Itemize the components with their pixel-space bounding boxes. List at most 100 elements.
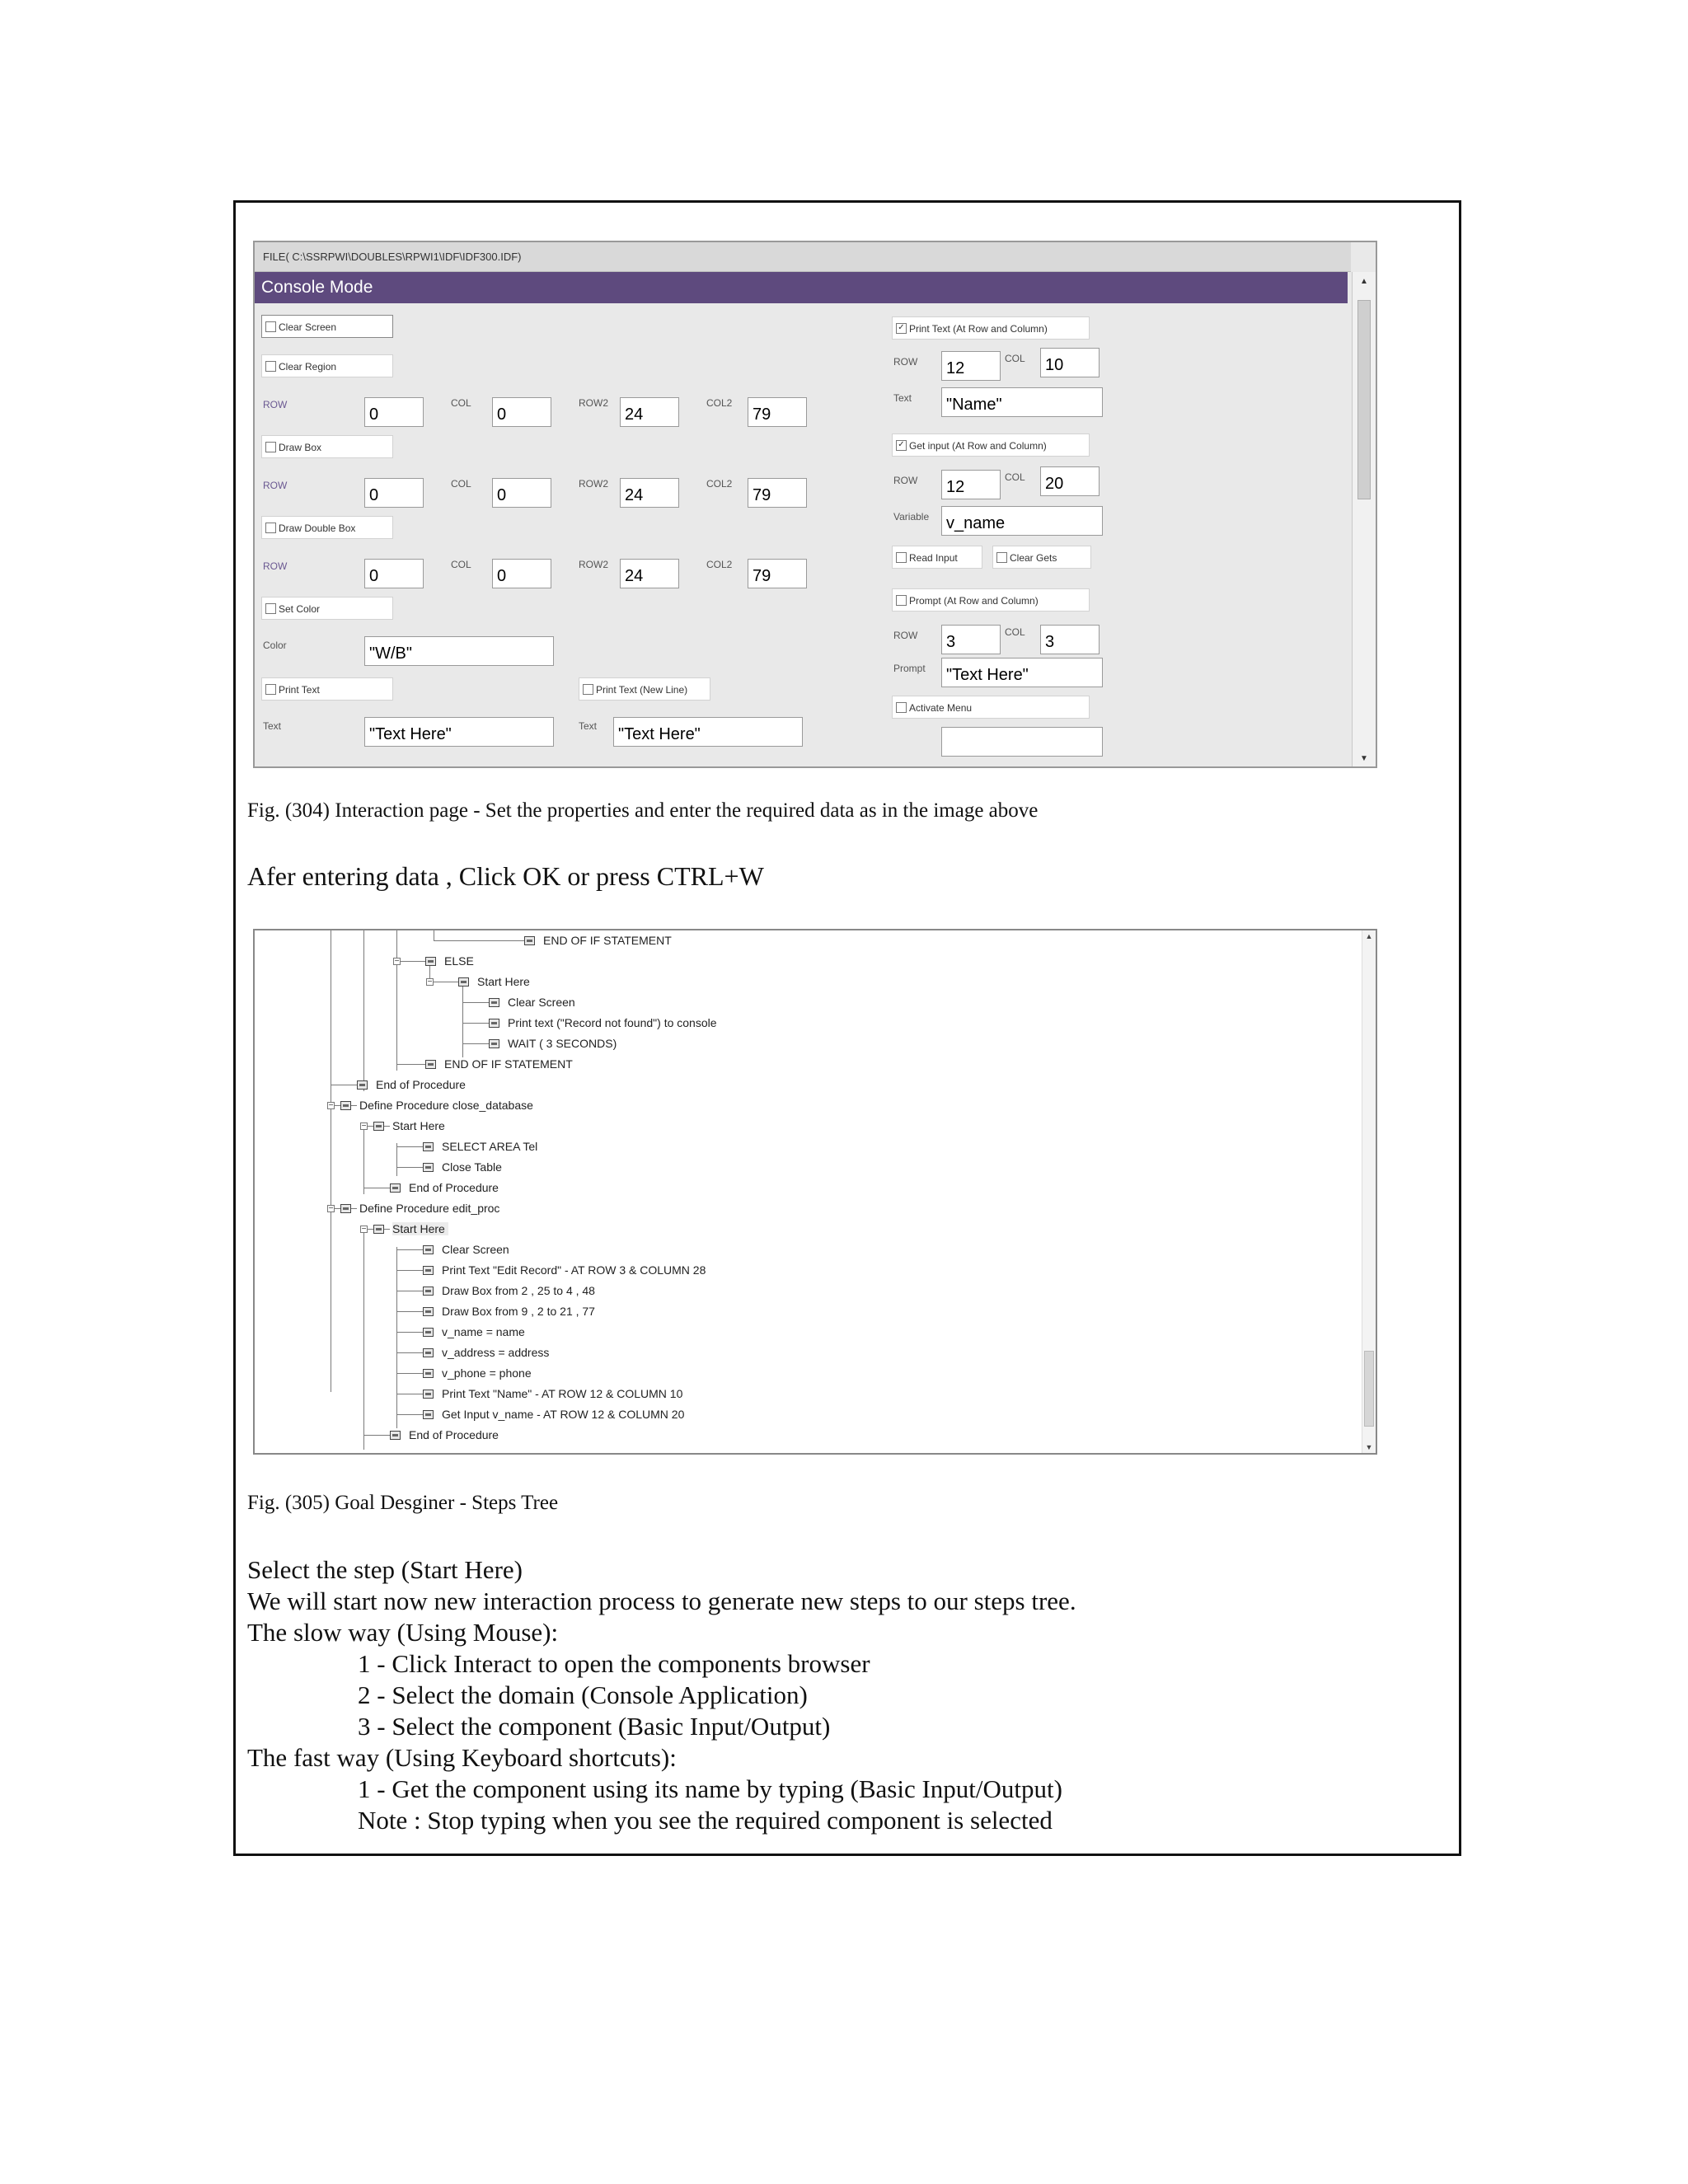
step-icon <box>489 1038 499 1048</box>
tree-node[interactable]: v_phone = phone <box>423 1363 532 1383</box>
clear-screen-checkbox[interactable]: Clear Screen <box>261 315 393 338</box>
scroll-down-icon[interactable]: ▼ <box>1353 754 1376 763</box>
color-label: Color <box>263 640 287 651</box>
region-row-label: ROW <box>263 399 288 410</box>
tree-node[interactable]: Print text ("Record not found") to conso… <box>489 1013 717 1033</box>
scroll-up-icon[interactable]: ▲ <box>1362 932 1376 940</box>
print-at-row-input[interactable]: 12 <box>941 351 1001 381</box>
console-mode-title: Console Mode <box>255 272 1348 303</box>
tree-node[interactable]: SELECT AREA Tel <box>423 1137 537 1156</box>
tree-node[interactable]: Close Table <box>423 1157 502 1177</box>
region-col-input[interactable]: 0 <box>492 397 551 427</box>
collapse-toggle-icon[interactable]: − <box>393 958 401 966</box>
prompt-col-input[interactable]: 3 <box>1040 625 1100 654</box>
tree-node[interactable]: Define Procedure close_database <box>340 1095 533 1115</box>
draw-box-checkbox[interactable]: Draw Box <box>261 435 393 458</box>
collapse-toggle-icon[interactable]: − <box>327 1205 335 1213</box>
tree-node[interactable]: ELSE <box>425 951 474 971</box>
activate-menu-input[interactable] <box>941 727 1103 757</box>
box-row-input[interactable]: 0 <box>364 478 424 508</box>
tree-node[interactable]: End of Procedure <box>357 1075 466 1094</box>
print-text-at-checkbox[interactable]: ✓ Print Text (At Row and Column) <box>892 316 1090 340</box>
tree-line <box>396 1414 423 1415</box>
instruction-line: Select the step (Start Here) <box>247 1555 523 1584</box>
prompt-row-input[interactable]: 3 <box>941 625 1001 654</box>
double-box-col2-label: COL2 <box>706 559 733 570</box>
get-input-col-input[interactable]: 20 <box>1040 466 1100 496</box>
set-color-checkbox[interactable]: Set Color <box>261 597 393 620</box>
tree-node[interactable]: Define Procedure edit_proc <box>340 1198 499 1218</box>
box-col-input[interactable]: 0 <box>492 478 551 508</box>
tree-line <box>462 1043 489 1044</box>
tree-node[interactable]: END OF IF STATEMENT <box>425 1054 573 1074</box>
tree-line <box>396 1167 423 1168</box>
double-box-row2-input[interactable]: 24 <box>620 559 679 588</box>
after-entering-text: Afer entering data , Click OK or press C… <box>247 861 764 891</box>
prompt-text-input[interactable]: "Text Here" <box>941 658 1103 687</box>
tree-node[interactable]: v_address = address <box>423 1343 549 1362</box>
step-icon <box>423 1409 434 1419</box>
get-input-variable-input[interactable]: v_name <box>941 506 1103 536</box>
step-icon <box>373 1121 384 1131</box>
double-box-col-input[interactable]: 0 <box>492 559 551 588</box>
tree-node[interactable]: WAIT ( 3 SECONDS) <box>489 1033 617 1053</box>
tree-node[interactable]: Print Text "Edit Record" - AT ROW 3 & CO… <box>423 1260 706 1280</box>
tree-node-selected[interactable]: Start Here <box>373 1219 448 1239</box>
activate-menu-checkbox[interactable]: Activate Menu <box>892 696 1090 719</box>
region-row-input[interactable]: 0 <box>364 397 424 427</box>
tree-node[interactable]: Start Here <box>458 972 530 991</box>
double-box-col2-input[interactable]: 79 <box>748 559 807 588</box>
get-input-row-input[interactable]: 12 <box>941 470 1001 499</box>
get-input-at-checkbox[interactable]: ✓ Get input (At Row and Column) <box>892 434 1090 457</box>
collapse-toggle-icon[interactable]: − <box>426 978 434 987</box>
collapse-toggle-icon[interactable]: − <box>327 1102 335 1110</box>
clear-region-checkbox[interactable]: Clear Region <box>261 354 393 377</box>
print-at-row-label: ROW <box>893 356 918 368</box>
checkbox-icon <box>896 702 907 714</box>
collapse-toggle-icon[interactable]: − <box>360 1226 368 1234</box>
tree-node[interactable]: Get Input v_name - AT ROW 12 & COLUMN 20 <box>423 1404 684 1424</box>
instruction-step: 1 - Click Interact to open the component… <box>358 1649 870 1678</box>
box-col2-label: COL2 <box>706 478 733 490</box>
scroll-up-icon[interactable]: ▲ <box>1353 277 1376 286</box>
tree-node[interactable]: Clear Screen <box>423 1240 509 1259</box>
prompt-at-checkbox[interactable]: Prompt (At Row and Column) <box>892 588 1090 612</box>
double-box-row-input[interactable]: 0 <box>364 559 424 588</box>
tree-vertical-scrollbar[interactable]: ▲ ▼ <box>1362 930 1376 1453</box>
print-text-newline-checkbox[interactable]: Print Text (New Line) <box>579 677 710 701</box>
fig304-caption: Fig. (304) Interaction page - Set the pr… <box>247 799 1039 822</box>
print-at-text-input[interactable]: "Name" <box>941 387 1103 417</box>
box-row2-input[interactable]: 24 <box>620 478 679 508</box>
step-icon <box>458 977 469 987</box>
step-icon <box>423 1244 434 1254</box>
text-input-2[interactable]: "Text Here" <box>613 717 803 747</box>
tree-node[interactable]: Draw Box from 2 , 25 to 4 , 48 <box>423 1281 595 1301</box>
tree-node[interactable]: Print Text "Name" - AT ROW 12 & COLUMN 1… <box>423 1384 682 1404</box>
tree-node[interactable]: Draw Box from 9 , 2 to 21 , 77 <box>423 1301 595 1321</box>
print-at-col-label: COL <box>1005 353 1025 364</box>
region-col2-input[interactable]: 79 <box>748 397 807 427</box>
text-input-1[interactable]: "Text Here" <box>364 717 554 747</box>
tree-node[interactable]: End of Procedure <box>390 1425 499 1445</box>
tree-node[interactable]: Start Here <box>373 1116 445 1136</box>
tree-line <box>396 1247 397 1428</box>
tree-node[interactable]: END OF IF STATEMENT <box>524 930 672 950</box>
print-text-checkbox[interactable]: Print Text <box>261 677 393 701</box>
box-col2-input[interactable]: 79 <box>748 478 807 508</box>
print-at-text-label: Text <box>893 392 912 404</box>
tree-node[interactable]: Clear Screen <box>489 992 575 1012</box>
vertical-scrollbar[interactable]: ▲ ▼ <box>1352 272 1376 766</box>
scroll-thumb[interactable] <box>1364 1351 1374 1427</box>
tree-node[interactable]: End of Procedure <box>390 1178 499 1197</box>
color-input[interactable]: "W/B" <box>364 636 554 666</box>
clear-gets-checkbox[interactable]: Clear Gets <box>992 546 1091 569</box>
scroll-thumb[interactable] <box>1357 300 1371 499</box>
collapse-toggle-icon[interactable]: − <box>360 1122 368 1131</box>
region-row2-input[interactable]: 24 <box>620 397 679 427</box>
print-at-col-input[interactable]: 10 <box>1040 348 1100 377</box>
draw-double-box-checkbox[interactable]: Draw Double Box <box>261 516 393 539</box>
step-icon <box>423 1162 434 1172</box>
scroll-down-icon[interactable]: ▼ <box>1362 1443 1376 1451</box>
read-input-checkbox[interactable]: Read Input <box>892 546 982 569</box>
tree-node[interactable]: v_name = name <box>423 1322 525 1342</box>
